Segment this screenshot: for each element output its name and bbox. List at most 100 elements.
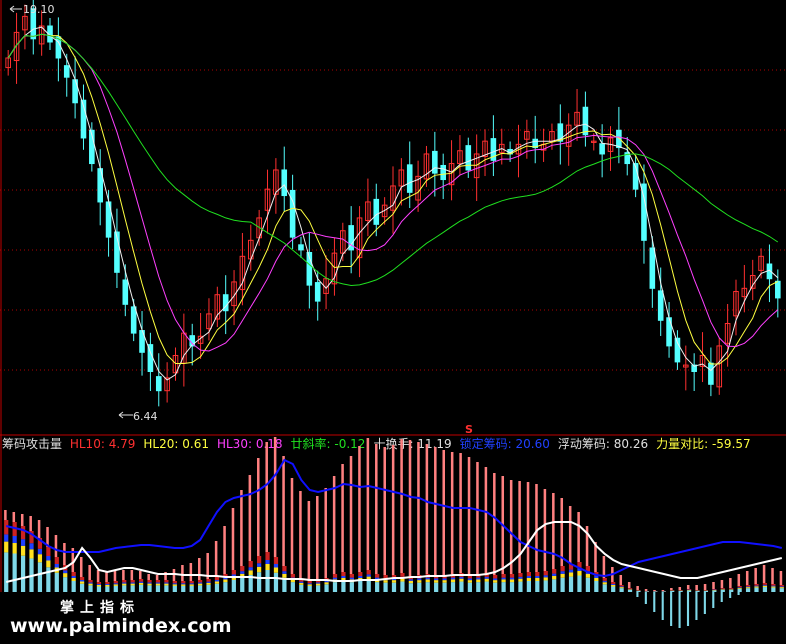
candle-body (432, 150, 438, 174)
indicator-bar-yellow (265, 564, 270, 570)
indicator-bar-cyan (299, 584, 304, 592)
indicator-bar-yellow (552, 575, 557, 580)
indicator-bar-yellow (450, 579, 456, 583)
indicator-bar-blue (20, 539, 26, 546)
indicator-bar-darkred (307, 581, 312, 584)
indicator-bar-red (560, 498, 564, 566)
indicator-bar-cyan (425, 582, 430, 592)
indicator-bar-red (29, 516, 32, 531)
indicator-bar-darkred (745, 585, 751, 587)
indicator-label: HL30: (217, 437, 256, 451)
indicator-bar-blue (240, 571, 245, 574)
indicator-bar-cyan (172, 585, 177, 592)
indicator-bar-cyan (585, 577, 590, 592)
indicator-bar-darkred (122, 580, 127, 583)
candle-body (708, 362, 714, 385)
indicator-bar-cyan (20, 555, 26, 592)
indicator-bar-yellow (223, 579, 228, 583)
indicator-bar-cyan (391, 582, 397, 592)
indicator-bar-yellow (400, 578, 405, 582)
indicator-bar-darkred (560, 566, 565, 572)
indicator-bar-cyan (231, 579, 236, 592)
indicator-bar-blue (138, 581, 144, 583)
indicator-bar-darkred (181, 581, 186, 584)
indicator-bar-cyan (408, 583, 413, 592)
indicator-bar-cyan (434, 582, 439, 592)
indicator-bar-yellow (526, 578, 531, 581)
indicator-bar-yellow (214, 581, 220, 584)
indicator-bar-cyan (737, 588, 742, 592)
indicator-bar-cyan (290, 582, 295, 592)
indicator-bar-blue (619, 586, 624, 588)
indicator-bar-yellow (71, 578, 76, 581)
indicator-bar-darkred (349, 574, 354, 578)
indicator-bar-cyan (88, 585, 93, 592)
indicator-bar-cyan (96, 586, 102, 592)
indicator-bar-blue (535, 576, 540, 578)
indicator-bar-red (240, 490, 243, 566)
indicator-bar-blue (526, 576, 531, 578)
indicator-bar-cyan (4, 552, 9, 592)
indicator-bar-red (678, 587, 682, 590)
indicator-bar-blue (484, 576, 489, 579)
indicator-bar-cyan (383, 582, 388, 592)
indicator-bar-cyan (771, 587, 776, 592)
indicator-bar-darkred (737, 586, 742, 588)
indicator-bar-yellow (611, 585, 616, 587)
indicator-bar-blue (63, 570, 68, 574)
indicator-bar-yellow (762, 585, 768, 588)
indicator-bar-red (88, 565, 91, 580)
indicator-bar-red (602, 556, 606, 578)
indicator-bar-cyan (332, 582, 338, 592)
indicator-bar-blue (425, 577, 430, 580)
indicator-bar-red (37, 520, 41, 538)
indicator-bar-yellow (282, 573, 287, 578)
indicator-bar-blue (206, 581, 211, 583)
indicator-bar-cyan (240, 577, 245, 592)
indicator-bar-yellow (577, 571, 582, 576)
indicator-bar-negative (678, 592, 681, 628)
indicator-bar-red (138, 571, 142, 579)
indicator-bar-cyan (189, 585, 194, 592)
indicator-bar-cyan (349, 582, 354, 592)
indicator-bar-darkred (619, 585, 624, 587)
indicator-bar-cyan (54, 572, 59, 592)
indicator-bar-blue (737, 587, 742, 588)
indicator-bar-darkred (248, 561, 253, 568)
indicator-bar-blue (29, 543, 34, 550)
indicator-bar-cyan (130, 585, 135, 592)
indicator-bar-blue (493, 578, 498, 581)
indicator-bar-blue (113, 583, 118, 585)
indicator-bar-blue (509, 577, 515, 580)
indicator-bar-yellow (324, 582, 329, 585)
indicator-bar-darkred (720, 588, 725, 589)
indicator-bar-darkred (535, 572, 540, 576)
indicator-bar-red (316, 496, 319, 580)
candle-body (314, 282, 321, 302)
indicator-bar-cyan (484, 581, 489, 592)
indicator-bar-blue (299, 581, 304, 583)
indicator-bar-blue (611, 584, 616, 585)
stock-chart: 19.10 6.44 S 筹码攻击量 HL10: 4.79 HL20: 0.61 H… (0, 0, 786, 644)
candle-body (775, 280, 781, 299)
indicator-bar-red (509, 480, 513, 574)
indicator-bar-cyan (627, 589, 633, 592)
indicator-label: HL20: (143, 437, 182, 451)
indicator-value: 4.79 (109, 437, 136, 451)
indicator-bar-yellow (130, 583, 135, 586)
indicator-bar-yellow (594, 578, 599, 581)
indicator-label: 力量对比: (656, 437, 712, 451)
indicator-bar-cyan (164, 585, 169, 592)
indicator-bar-yellow (408, 580, 413, 584)
indicator-bar-red (653, 590, 656, 591)
indicator-bar-yellow (273, 567, 279, 573)
indicator-bar-red (4, 510, 7, 520)
indicator-bar-red (332, 476, 336, 574)
indicator-bar-darkred (290, 574, 295, 578)
indicator-bar-blue (316, 582, 321, 584)
indicator-bar-negative (720, 592, 723, 602)
indicator-bar-yellow (560, 573, 565, 578)
indicator-bar-red (762, 565, 766, 583)
indicator-bar-yellow (417, 580, 422, 583)
indicator-bar-yellow (535, 578, 540, 581)
